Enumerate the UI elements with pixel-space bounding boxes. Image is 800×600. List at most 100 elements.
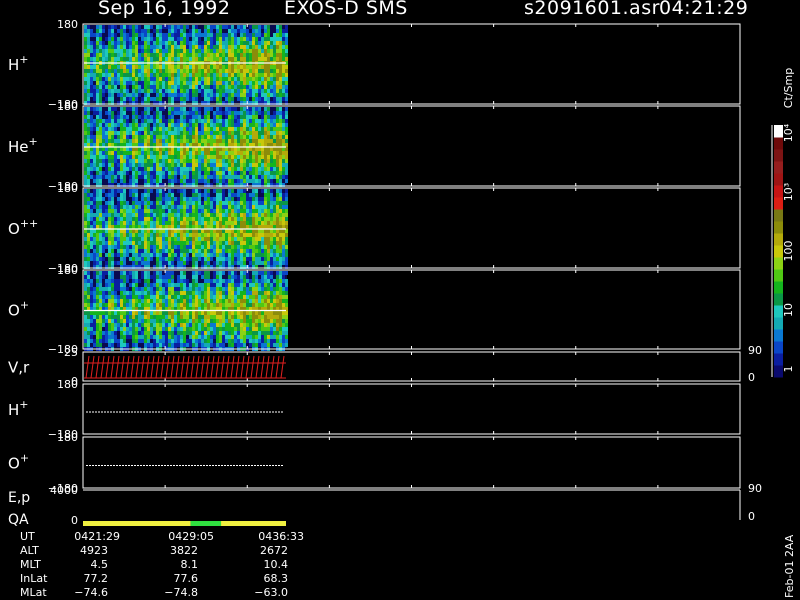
spectrogram-cell [207,49,210,53]
spectrogram-cell [105,291,108,295]
spectrogram-cell [198,119,201,123]
spectrogram-cell [90,295,93,299]
spectrogram-cell [159,197,162,201]
spectrogram-cell [231,131,234,135]
spectrogram-cell [198,155,201,159]
spectrogram-cell [135,205,138,209]
spectrogram-cell [189,33,192,37]
spectrogram-cell [261,135,264,139]
spectrogram-cell [129,73,132,77]
spectrogram-cell [93,253,96,257]
spectrogram-cell [126,41,129,45]
spectrogram-cell [192,283,195,287]
spectrogram-cell [192,233,195,237]
spectrogram-cell [111,327,114,331]
spectrogram-cell [255,107,258,111]
spectrogram-cell [165,237,168,241]
spectrogram-cell [141,127,144,131]
spectrogram-cell [267,257,270,261]
spectrogram-cell [255,45,258,49]
spectrogram-cell [282,127,285,131]
spectrogram-cell [216,279,219,283]
spectrogram-cell [228,245,231,249]
spectrogram-cell [87,201,90,205]
spectrogram-cell [207,33,210,37]
spectrogram-cell [141,33,144,37]
spectrogram-cell [195,287,198,291]
spectrogram-cell [96,217,99,221]
spectrogram-cell [117,299,120,303]
spectrogram-cell [93,123,96,127]
spectrogram-cell [126,37,129,41]
spectrogram-cell [234,29,237,33]
spectrogram-cell [270,119,273,123]
spectrogram-cell [183,205,186,209]
spectrogram-cell [96,331,99,335]
spectrogram-cell [204,197,207,201]
spectrogram-cell [186,315,189,319]
spectrogram-cell [285,233,288,237]
spectrogram-cell [285,81,288,85]
spectrogram-cell [108,275,111,279]
spectrogram-cell [99,57,102,61]
spectrogram-cell [177,229,180,233]
spectrogram-cell [264,151,267,155]
spectrogram-cell [231,119,234,123]
spectrogram-cell [222,319,225,323]
spectrogram-cell [261,249,264,253]
spectrogram-cell [150,45,153,49]
spectrogram-cell [132,253,135,257]
spectrogram-cell [225,217,228,221]
spectrogram-cell [132,115,135,119]
spectrogram-cell [222,25,225,29]
spectrogram-cell [171,249,174,253]
spectrogram-cell [123,229,126,233]
spectrogram-cell [87,147,90,151]
spectrogram-cell [84,171,87,175]
spectrogram-cell [111,335,114,339]
spectrogram-cell [102,249,105,253]
spectrogram-cell [198,151,201,155]
spectrogram-cell [219,151,222,155]
spectrogram-cell [195,171,198,175]
spectrogram-cell [255,291,258,295]
spectrogram-cell [105,123,108,127]
spectrogram-cell [117,135,120,139]
spectrogram-cell [111,159,114,163]
spectrogram-cell [207,29,210,33]
spectrogram-cell [174,171,177,175]
spectrogram-cell [258,171,261,175]
spectrogram-cell [177,131,180,135]
panel-label: H+ [8,53,29,74]
spectrogram-cell [90,123,93,127]
spectrogram-cell [165,205,168,209]
spectrogram-cell [255,179,258,183]
spectrogram-cell [183,155,186,159]
spectrogram-cell [117,119,120,123]
spectrogram-cell [135,299,138,303]
spectrogram-cell [249,151,252,155]
spectrogram-cell [246,89,249,93]
spectrogram-cell [216,163,219,167]
spectrogram-cell [210,197,213,201]
spectrogram-cell [210,303,213,307]
spectrogram-cell [216,303,219,307]
spectrogram-cell [117,197,120,201]
spectrogram-cell [231,151,234,155]
spectrogram-cell [267,65,270,69]
spectrogram-cell [234,193,237,197]
spectrogram-cell [165,131,168,135]
spectrogram-cell [219,311,222,315]
spectrogram-cell [135,327,138,331]
spectrogram-cell [252,69,255,73]
spectrogram-cell [171,41,174,45]
spectrogram-cell [192,93,195,97]
spectrogram-cell [99,343,102,347]
spectrogram-cell [165,257,168,261]
spectrogram-cell [207,139,210,143]
spectrogram-cell [258,299,261,303]
spectrogram-cell [108,69,111,73]
spectrogram-cell [177,331,180,335]
spectrogram-cell [171,167,174,171]
spectrogram-cell [246,123,249,127]
